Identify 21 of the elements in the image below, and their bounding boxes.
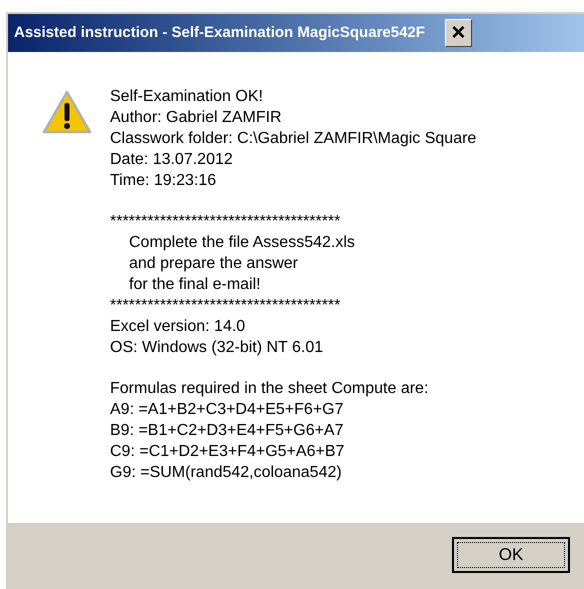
message-line: B9: =B1+C2+D3+E4+F5+G6+A7 bbox=[110, 421, 344, 441]
message-line: A9: =A1+B2+C3+D4+E5+F6+G7 bbox=[110, 400, 344, 420]
close-button[interactable]: × bbox=[444, 19, 472, 47]
message-line: Excel version: 14.0 bbox=[110, 317, 246, 337]
window-title: Assisted instruction - Self-Examination MagicSquare542F bbox=[14, 22, 425, 43]
message-line: C9: =C1+D2+E3+F4+G5+A6+B7 bbox=[110, 442, 346, 462]
warning-icon bbox=[42, 90, 92, 134]
message-line: Classwork folder: C:\Gabriel ZAMFIR\Magic Square bbox=[110, 129, 476, 149]
message-line: OS: Windows (32-bit) NT 6.01 bbox=[110, 338, 324, 358]
message-line: and prepare the answer bbox=[128, 254, 299, 274]
message-line: Formulas required in the sheet Compute are: bbox=[110, 379, 430, 399]
message-line: ************************************* bbox=[110, 212, 342, 232]
message-line: Self-Examination OK! bbox=[110, 87, 264, 107]
message-line: ************************************* bbox=[110, 296, 342, 316]
ok-button[interactable]: OK bbox=[452, 537, 570, 573]
message-line: G9: =SUM(rand542,coloana542) bbox=[110, 463, 343, 483]
message-line: Time: 19:23:16 bbox=[110, 171, 218, 191]
message-line: Complete the file Assess542.xls bbox=[128, 233, 356, 253]
message-line: Author: Gabriel ZAMFIR bbox=[110, 108, 283, 128]
message-line: for the final e-mail! bbox=[128, 275, 262, 295]
message-line: Date: 13.07.2012 bbox=[110, 150, 234, 170]
